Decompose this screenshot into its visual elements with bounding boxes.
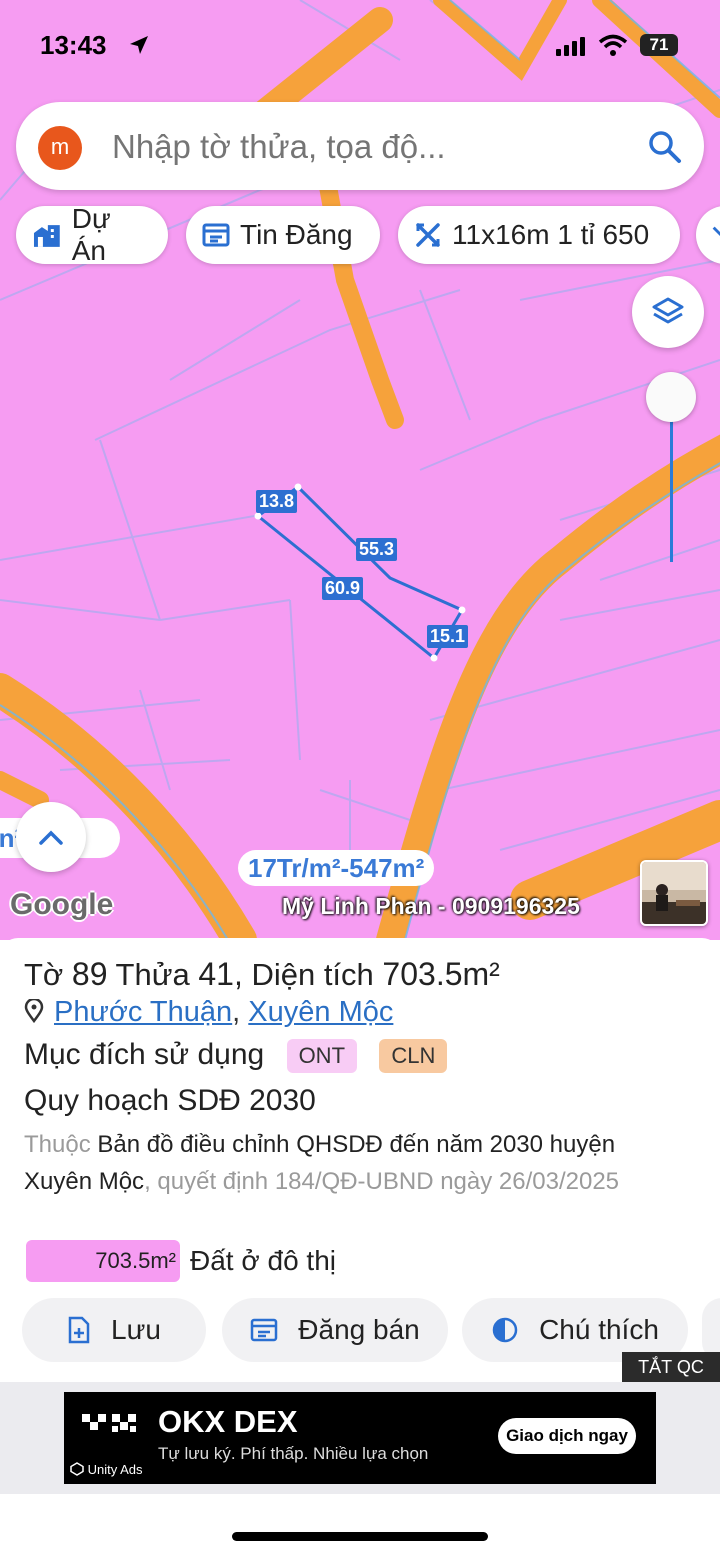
save-label: Lưu (111, 1314, 161, 1345)
unity-logo-icon (70, 1462, 84, 1476)
desc-prefix: Thuộc (24, 1131, 91, 1158)
chip-label: Dự Án (71, 203, 111, 266)
ad-banner-area: OKX DEX Tự lưu ký. Phí thấp. Nhiều lựa c… (0, 1382, 720, 1494)
save-button[interactable]: Lưu (22, 1298, 206, 1362)
land-use-purpose: Mục đích sử dụng ONT CLN (24, 1038, 448, 1074)
expand-panel-button[interactable] (16, 802, 86, 872)
plan-legend-row: 703.5m² Đất ở đô thị (26, 1240, 336, 1282)
cellular-signal-icon (556, 37, 585, 56)
filter-chips: Dự Án Tin Đăng 11x16m 1 tỉ 650 (0, 203, 720, 266)
ad-banner[interactable]: OKX DEX Tự lưu ký. Phí thấp. Nhiều lựa c… (64, 1392, 656, 1484)
google-logo: Google (10, 888, 114, 921)
search-input[interactable] (112, 128, 612, 166)
zoom-slider-knob[interactable] (646, 372, 696, 422)
seller-photo (642, 862, 706, 924)
parcel-location: Phước Thuận, Xuyên Mộc (24, 996, 393, 1029)
okx-logo-icon (82, 1414, 136, 1432)
legend-swatch: 703.5m² (26, 1240, 180, 1282)
chip-label: 11x16m 1 tỉ 650 (452, 219, 650, 250)
chip-more[interactable] (696, 206, 720, 264)
listing-icon (202, 223, 230, 247)
district-link[interactable]: Xuyên Mộc (248, 996, 393, 1028)
close-ads-button[interactable]: TẮT QC (622, 1352, 720, 1382)
map-view[interactable]: 13.8 55.3 60.9 15.1 13:43 71 m Dự Án Tin… (0, 0, 720, 940)
chip-saved-search[interactable]: 11x16m 1 tỉ 650 (398, 206, 680, 264)
price-area-pill[interactable]: 17Tr/m²-547m² (238, 850, 435, 886)
tag-cln[interactable]: CLN (379, 1039, 448, 1074)
tag-ont[interactable]: ONT (286, 1039, 358, 1074)
add-file-icon (68, 1316, 90, 1344)
chip-label: Tin Đăng (240, 219, 353, 250)
plan-description: Thuộc Bản đồ điều chỉnh QHSDĐ đến năm 20… (24, 1126, 684, 1200)
seller-thumbnail[interactable] (640, 860, 708, 926)
desc-decision: , quyết định 184/QĐ-UBND ngày 26/03/2025 (144, 1168, 620, 1195)
battery-indicator: 71 (640, 34, 678, 56)
building-icon (33, 225, 60, 247)
layers-icon (652, 297, 684, 324)
post-sale-button[interactable]: Đăng bán (222, 1298, 448, 1362)
plot-label: Thửa (115, 957, 190, 992)
zoom-slider-track[interactable] (670, 398, 673, 562)
area-label: Diện tích (251, 957, 374, 992)
home-indicator (232, 1532, 488, 1541)
contrast-icon (492, 1317, 518, 1343)
parcel-title: Tờ 89 Thửa 41, Diện tích 703.5m² (24, 956, 500, 993)
ward-link[interactable]: Phước Thuận (54, 996, 232, 1028)
legend-label: Đất ở đô thị (190, 1245, 336, 1276)
listing-icon (251, 1318, 278, 1342)
parcel-area: 703.5m² (382, 956, 500, 992)
watermark-text: Mỹ Linh Phan - 0909196325 (282, 893, 580, 919)
status-time: 13:43 (40, 30, 107, 60)
action-bar: Lưu Đăng bán Chú thích (0, 1298, 720, 1364)
plot-edge-label: 13.8 (256, 490, 298, 513)
plot-edge-label: 60.9 (322, 577, 364, 600)
ad-network-text: Unity Ads (87, 1462, 143, 1477)
plot-number: 41, (198, 956, 243, 992)
plan-title: Quy hoạch SDĐ 2030 (24, 1084, 316, 1117)
legend-label-btn: Chú thích (539, 1314, 659, 1345)
ad-network-label: Unity Ads (70, 1462, 143, 1477)
search-icon[interactable] (646, 128, 682, 164)
plot-edge-label: 55.3 (356, 538, 398, 561)
wifi-icon (598, 34, 628, 56)
post-sale-label: Đăng bán (298, 1314, 420, 1345)
avatar[interactable]: m (38, 126, 82, 170)
sheet-number: 89 (71, 956, 108, 992)
parcel-info-panel: Tờ 89 Thửa 41, Diện tích 703.5m² Phước T… (0, 938, 720, 1382)
chevron-up-icon (39, 830, 63, 845)
search-bar[interactable]: m (16, 102, 704, 190)
map-pin-icon (24, 997, 44, 1024)
sheet-label: Tờ (24, 957, 64, 992)
status-bar: 13:43 71 (0, 0, 720, 90)
ad-subtitle: Tự lưu ký. Phí thấp. Nhiều lựa chọn (158, 1444, 429, 1463)
ruler-icon (416, 223, 440, 247)
ad-cta-button[interactable]: Giao dịch ngay (498, 1418, 636, 1454)
layers-button[interactable] (632, 276, 704, 348)
chip-du-an[interactable]: Dự Án (16, 203, 168, 266)
ad-title: OKX DEX (158, 1404, 298, 1439)
ruler-icon (712, 226, 720, 237)
chip-tin-dang[interactable]: Tin Đăng (186, 206, 380, 264)
location-arrow-icon (130, 36, 148, 54)
purpose-label: Mục đích sử dụng (24, 1038, 265, 1071)
plot-edge-label: 15.1 (427, 625, 469, 648)
